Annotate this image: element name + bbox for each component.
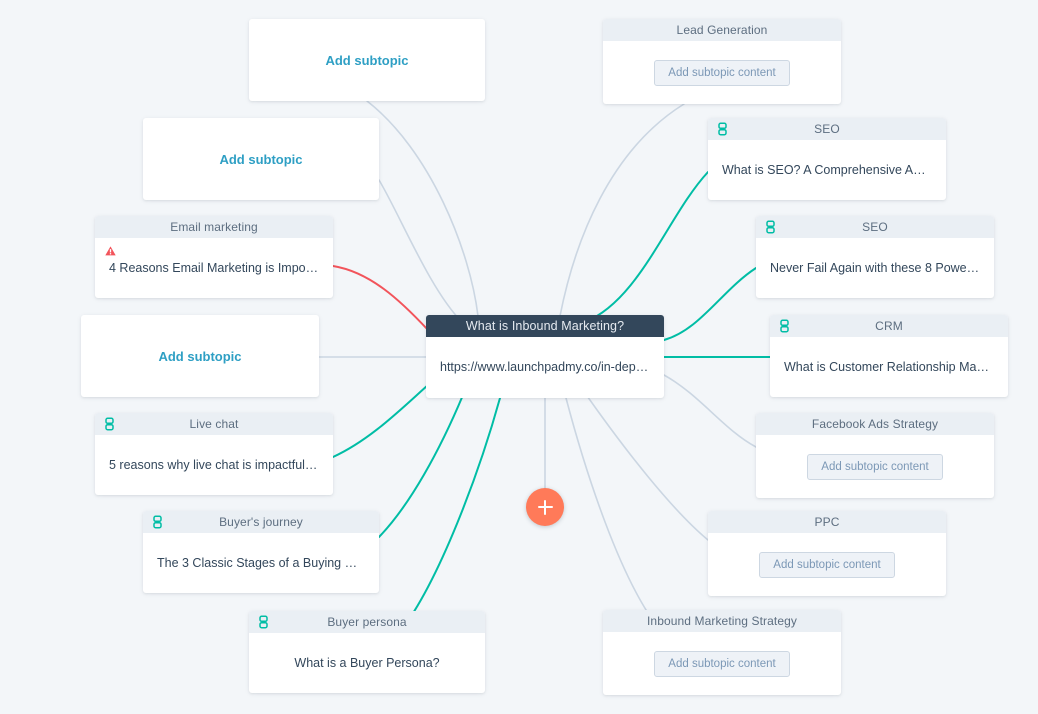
warning-icon (105, 246, 116, 256)
topic-node-seo-comprehensive[interactable]: SEO What is SEO? A Comprehensive Answer (708, 118, 946, 200)
node-header-label: Buyer's journey (219, 515, 303, 529)
connector-lead-generation (559, 103, 685, 317)
node-body-email-marketing: 4 Reasons Email Marketing is Important (95, 238, 333, 298)
node-body-crm: What is Customer Relationship Managem… (770, 337, 1008, 397)
node-header-label: CRM (875, 319, 903, 333)
node-header-label: Inbound Marketing Strategy (646, 614, 798, 628)
mindmap-canvas[interactable]: Add subtopic Lead Generation Add subtopic … (0, 0, 1038, 714)
node-body-ppc: Add subtopic content (708, 533, 946, 596)
node-title[interactable]: What is a Buyer Persona? (294, 655, 439, 672)
core-topic-node[interactable]: What is Inbound Marketing? https://www.l… (426, 315, 664, 398)
node-header-seo-comprehensive: SEO (708, 118, 946, 140)
link-icon (780, 319, 789, 333)
node-header-ppc: PPC (708, 511, 946, 533)
connector-seo-comprehensive (584, 171, 709, 323)
node-header-lead-generation: Lead Generation (603, 19, 841, 41)
add-subtopic-content-button[interactable]: Add subtopic content (759, 551, 895, 578)
node-body-live-chat: 5 reasons why live chat is impactful to … (95, 435, 333, 495)
link-icon (259, 615, 268, 629)
node-header-seo-powerful: SEO (756, 216, 994, 238)
node-header-crm: CRM (770, 315, 1008, 337)
node-body-add-subtopic-mid-left: Add subtopic (81, 315, 319, 397)
node-body-facebook-ads-strategy: Add subtopic content (756, 435, 994, 498)
topic-node-live-chat[interactable]: Live chat 5 reasons why live chat is impa… (95, 413, 333, 495)
connector-buyer-persona (399, 397, 501, 633)
topic-node-facebook-ads-strategy[interactable]: Facebook Ads Strategy Add subtopic conten… (756, 413, 994, 498)
link-icon (766, 220, 775, 234)
link-icon (718, 122, 727, 136)
link-icon (766, 220, 775, 234)
node-title[interactable]: The 3 Classic Stages of a Buying Process… (157, 555, 365, 572)
topic-node-buyer-persona[interactable]: Buyer persona What is a Buyer Persona? (249, 611, 485, 693)
link-icon (105, 417, 114, 431)
node-title[interactable]: What is SEO? A Comprehensive Answer (722, 162, 932, 179)
add-subtopic-fab[interactable] (526, 488, 564, 526)
connector-facebook-ads-strategy (663, 374, 757, 448)
connector-email-marketing (332, 265, 429, 331)
node-body-buyer-persona: What is a Buyer Persona? (249, 633, 485, 693)
link-icon (105, 417, 114, 431)
topic-node-crm[interactable]: CRM What is Customer Relationship Managem… (770, 315, 1008, 397)
node-body-seo-comprehensive: What is SEO? A Comprehensive Answer (708, 140, 946, 200)
add-subtopic-link[interactable]: Add subtopic (219, 152, 302, 167)
link-icon (259, 615, 268, 629)
node-header-label: SEO (862, 220, 888, 234)
topic-node-ppc[interactable]: PPC Add subtopic content (708, 511, 946, 596)
add-subtopic-content-button[interactable]: Add subtopic content (807, 453, 943, 480)
node-header-label: Lead Generation (676, 23, 768, 37)
connector-add-subtopic-top-left (366, 100, 479, 317)
core-topic-header-label: What is Inbound Marketing? (465, 319, 625, 333)
node-title[interactable]: 5 reasons why live chat is impactful to … (109, 457, 319, 474)
connector-add-subtopic-upper-left (378, 179, 463, 323)
node-header-label: Facebook Ads Strategy (811, 417, 939, 431)
node-header-buyers-journey: Buyer's journey (143, 511, 379, 533)
topic-node-buyers-journey[interactable]: Buyer's journey The 3 Classic Stages of a… (143, 511, 379, 593)
node-header-label: SEO (814, 122, 840, 136)
node-body-lead-generation: Add subtopic content (603, 41, 841, 104)
link-icon (153, 515, 162, 529)
node-header-label: Buyer persona (327, 615, 407, 629)
add-subtopic-link[interactable]: Add subtopic (325, 53, 408, 68)
node-body-buyers-journey: The 3 Classic Stages of a Buying Process… (143, 533, 379, 593)
link-icon (718, 122, 727, 136)
node-title[interactable]: What is Customer Relationship Managem… (784, 359, 994, 376)
topic-node-lead-generation[interactable]: Lead Generation Add subtopic content (603, 19, 841, 104)
warning-icon (105, 246, 116, 256)
node-body-add-subtopic-upper-left: Add subtopic (143, 118, 379, 200)
node-header-label: Email marketing (170, 220, 258, 234)
core-topic-header: What is Inbound Marketing? (426, 315, 664, 337)
node-body-add-subtopic-top-left: Add subtopic (249, 19, 485, 101)
topic-node-add-subtopic-mid-left[interactable]: Add subtopic (81, 315, 319, 397)
node-body-inbound-marketing-strategy: Add subtopic content (603, 632, 841, 695)
add-subtopic-content-button[interactable]: Add subtopic content (654, 650, 790, 677)
topic-node-seo-powerful[interactable]: SEO Never Fail Again with these 8 Powerfu… (756, 216, 994, 298)
core-topic-url[interactable]: https://www.launchpadmy.co/in-depth-on… (440, 359, 650, 376)
node-header-buyer-persona: Buyer persona (249, 611, 485, 633)
link-icon (780, 319, 789, 333)
node-title[interactable]: Never Fail Again with these 8 Powerful S… (770, 260, 980, 277)
node-header-live-chat: Live chat (95, 413, 333, 435)
node-header-inbound-marketing-strategy: Inbound Marketing Strategy (603, 610, 841, 632)
node-body-seo-powerful: Never Fail Again with these 8 Powerful S… (756, 238, 994, 298)
node-header-label: PPC (814, 515, 840, 529)
node-header-facebook-ads-strategy: Facebook Ads Strategy (756, 413, 994, 435)
topic-node-inbound-marketing-strategy[interactable]: Inbound Marketing Strategy Add subtopic c… (603, 610, 841, 695)
node-header-label: Live chat (189, 417, 239, 431)
link-icon (153, 515, 162, 529)
add-subtopic-content-button[interactable]: Add subtopic content (654, 59, 790, 86)
node-title[interactable]: 4 Reasons Email Marketing is Important (109, 260, 319, 277)
topic-node-email-marketing[interactable]: Email marketing 4 Reasons Email Marketing… (95, 216, 333, 298)
node-header-email-marketing: Email marketing (95, 216, 333, 238)
topic-node-add-subtopic-upper-left[interactable]: Add subtopic (143, 118, 379, 200)
add-subtopic-link[interactable]: Add subtopic (158, 349, 241, 364)
plus-icon (537, 499, 553, 515)
connector-seo-powerful (663, 267, 757, 341)
connector-live-chat (332, 384, 429, 458)
topic-node-add-subtopic-top-left[interactable]: Add subtopic (249, 19, 485, 101)
core-topic-body: https://www.launchpadmy.co/in-depth-on… (426, 337, 664, 398)
